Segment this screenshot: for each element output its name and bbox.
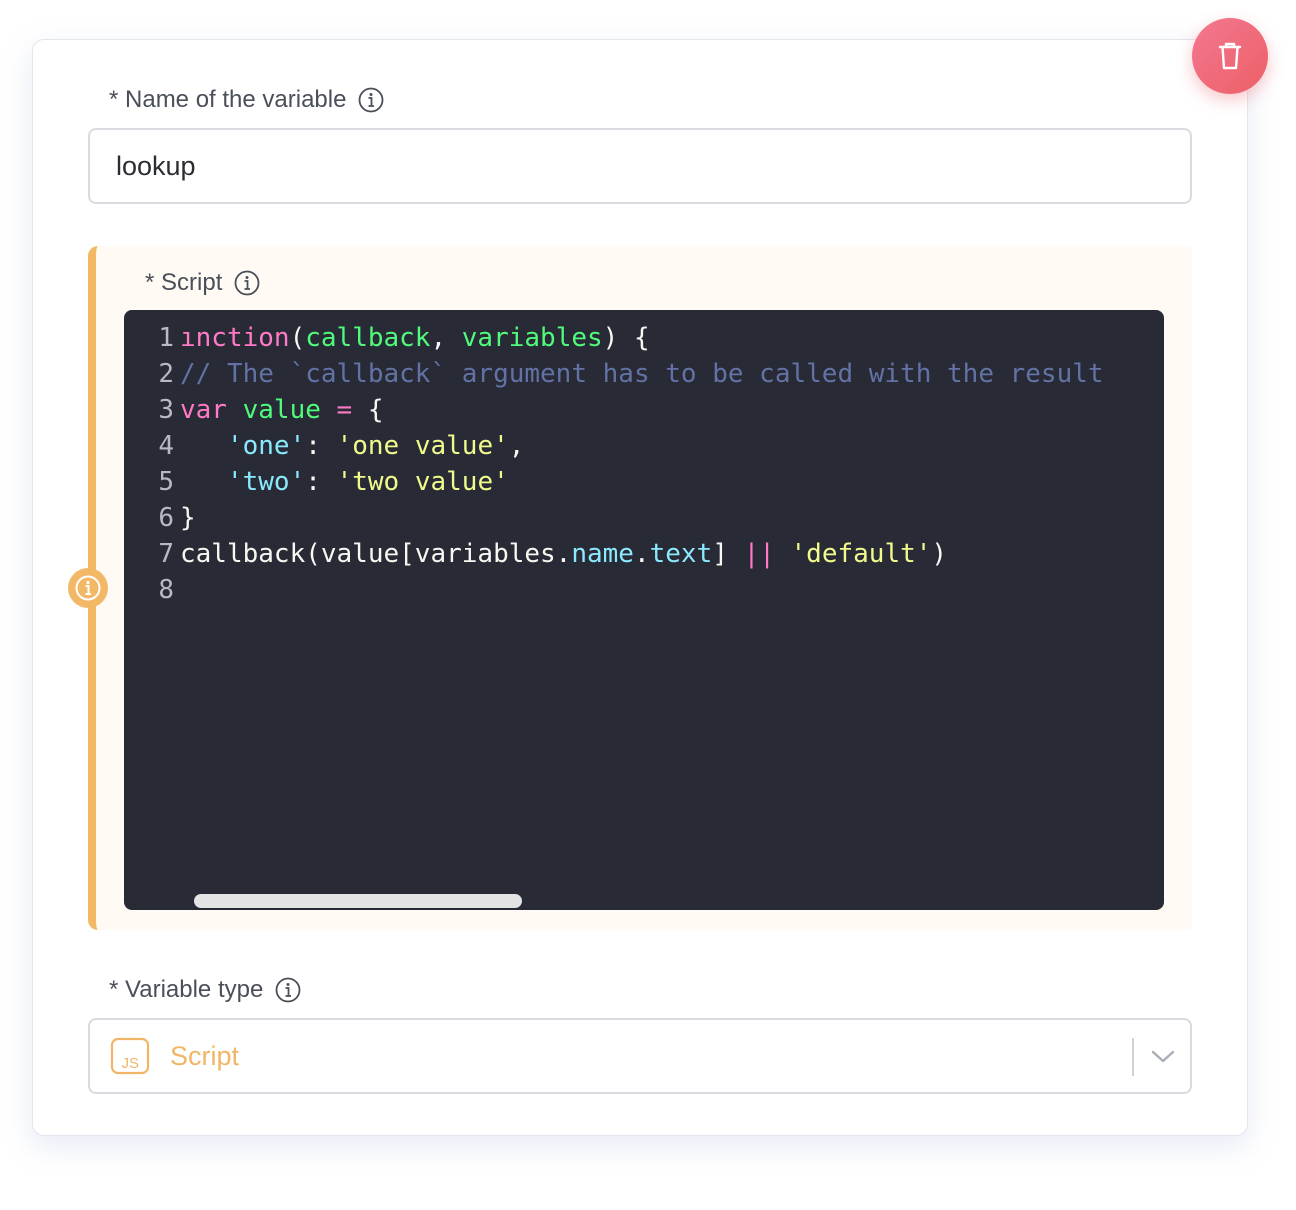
line-number: 5 (158, 467, 174, 497)
chevron-down-icon[interactable] (1148, 1042, 1178, 1072)
code-token: name (571, 539, 634, 569)
variable-name-input[interactable] (88, 128, 1192, 204)
code-token: callback(value[variables. (180, 539, 572, 569)
info-icon[interactable] (234, 270, 260, 296)
code-token: // The `callback` argument has to be cal… (180, 359, 1104, 389)
code-line: 7 callback(value[variables.name.text] ||… (124, 536, 1164, 572)
code-token: ) { (602, 323, 650, 353)
info-icon[interactable] (275, 977, 301, 1003)
code-token: 'one' (226, 431, 306, 461)
code-token: = (320, 395, 368, 425)
code-token: ( (289, 323, 306, 353)
horizontal-scrollbar[interactable] (194, 894, 522, 908)
code-line: 3 var value = { (124, 392, 1164, 428)
code-token: , (430, 323, 462, 353)
code-token: 'one value' (336, 431, 509, 461)
code-token: ınction (180, 323, 290, 353)
code-token: ) (931, 539, 948, 569)
code-token: 'two value' (336, 467, 509, 497)
line-number: 3 (158, 395, 174, 425)
line-number: 7 (158, 539, 174, 569)
code-token: } (180, 503, 196, 533)
code-token: || (743, 539, 775, 569)
code-editor[interactable]: 1 ınction(callback, variables) { 2 // Th… (124, 310, 1164, 910)
info-circle-icon (68, 568, 108, 608)
code-token: callback (305, 323, 431, 353)
code-token: 'default' (790, 539, 932, 569)
code-token: text (649, 539, 713, 569)
line-number: 8 (158, 575, 174, 605)
code-token: { (367, 395, 384, 425)
code-line: 5 'two': 'two value' (124, 464, 1164, 500)
svg-text:JS: JS (121, 1055, 139, 1072)
script-label: * Script (145, 268, 260, 298)
code-token: ] (712, 539, 744, 569)
select-divider (1132, 1038, 1134, 1076)
delete-button[interactable] (1192, 18, 1268, 94)
code-line: 1 ınction(callback, variables) { (124, 320, 1164, 356)
trash-icon (1218, 42, 1242, 70)
variable-name-label: * Name of the variable (109, 85, 384, 115)
selected-type: Script (170, 1040, 240, 1071)
info-icon[interactable] (358, 87, 384, 113)
code-line: 2 // The `callback` argument has to be c… (124, 356, 1164, 392)
code-line: 4 'one': 'one value', (124, 428, 1164, 464)
variable-type-select[interactable]: JS Script (88, 1018, 1192, 1094)
code-token: var (180, 395, 227, 425)
code-token: . (633, 539, 650, 569)
js-file-icon: JS (110, 1037, 150, 1075)
variable-type-label: * Variable type (109, 975, 301, 1005)
code-line: 8 (124, 572, 1164, 608)
code-token: , (508, 431, 525, 461)
code-token: : (305, 431, 337, 461)
code-lines: 1 ınction(callback, variables) { 2 // Th… (124, 320, 1164, 608)
line-number: 6 (158, 503, 174, 533)
code-token: 'two' (226, 467, 306, 497)
code-line: 6 } (124, 500, 1164, 536)
line-number: 4 (158, 431, 174, 461)
code-token: : (305, 467, 337, 497)
code-token: variables (461, 323, 603, 353)
line-number: 2 (158, 359, 174, 389)
code-token: value (242, 395, 321, 425)
line-number: 1 (158, 323, 174, 353)
